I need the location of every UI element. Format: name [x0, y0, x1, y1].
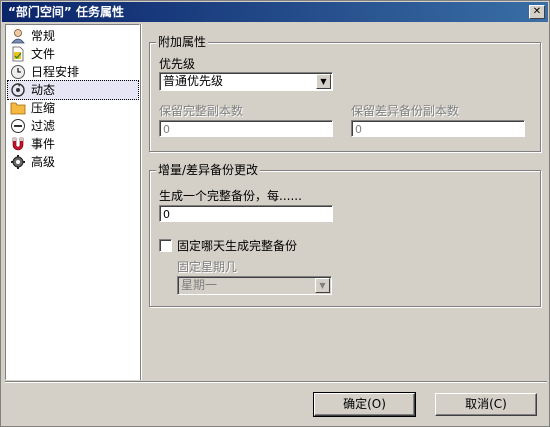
weekday-value: 星期一: [181, 278, 218, 292]
weekday-label: 固定星期几: [177, 260, 238, 274]
ok-button[interactable]: 确定(O): [313, 392, 416, 417]
nav-item-label: 文件: [31, 47, 56, 61]
minus-circle-icon: [10, 118, 26, 134]
file-icon: [10, 46, 26, 62]
nav-item-label: 动态: [31, 83, 56, 97]
fixed-day-label[interactable]: 固定哪天生成完整备份: [177, 239, 297, 253]
keep-full-copies-input[interactable]: 0: [159, 120, 333, 137]
full-backup-every-input[interactable]: 0: [159, 205, 333, 222]
chevron-down-icon[interactable]: ▼: [316, 74, 331, 89]
priority-value: 普通优先级: [163, 74, 224, 88]
pane-divider: [140, 24, 141, 380]
nav-item-label: 日程安排: [31, 65, 80, 79]
cancel-button[interactable]: 取消(C): [435, 393, 537, 416]
nav-item-label: 事件: [31, 137, 56, 151]
nav-item-dynamic[interactable]: 动态: [7, 80, 139, 100]
group-title: 增量/差异备份更改: [156, 163, 261, 177]
nav-item-label: 常规: [31, 29, 56, 43]
properties-dialog: “部门空间” 任务属性 ✕ 常规 文件 日程安排 动态 压缩 过滤 事件 高级 …: [0, 0, 550, 427]
refresh-icon: [10, 82, 26, 98]
keep-diff-copies-input[interactable]: 0: [351, 120, 525, 137]
full-backup-every-label: 生成一个完整备份，每......: [159, 189, 302, 203]
category-list: 常规 文件 日程安排 动态 压缩 过滤 事件 高级: [5, 24, 140, 380]
weekday-select[interactable]: 星期一 ▼: [177, 276, 332, 295]
title-bar[interactable]: “部门空间” 任务属性 ✕: [2, 2, 548, 22]
magnet-icon: [10, 136, 26, 152]
keep-full-copies-label: 保留完整副本数: [159, 104, 244, 118]
user-icon: [10, 28, 26, 44]
folder-icon: [10, 100, 26, 116]
button-bar-separator: [5, 381, 547, 382]
nav-item-label: 压缩: [31, 101, 56, 115]
fixed-day-checkbox[interactable]: [159, 239, 172, 252]
priority-label: 优先级: [159, 57, 196, 71]
close-button[interactable]: ✕: [529, 5, 545, 19]
window-title: “部门空间” 任务属性: [8, 5, 124, 19]
nav-item-label: 过滤: [31, 119, 56, 133]
keep-diff-copies-label: 保留差异备份副本数: [351, 104, 460, 118]
priority-select[interactable]: 普通优先级 ▼: [159, 72, 333, 91]
clock-icon: [10, 64, 26, 80]
gear-icon: [10, 154, 26, 170]
nav-item-label: 高级: [31, 155, 56, 169]
chevron-down-icon[interactable]: ▼: [315, 278, 330, 293]
group-title: 附加属性: [156, 35, 209, 49]
